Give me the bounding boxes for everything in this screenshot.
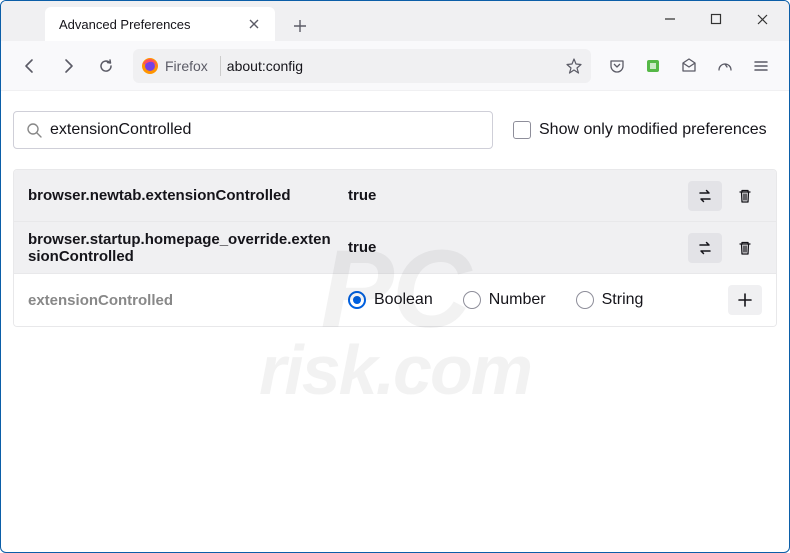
new-pref-name: extensionControlled <box>28 292 348 309</box>
pocket-icon[interactable] <box>601 50 633 82</box>
pref-name: browser.startup.homepage_override.extens… <box>28 231 348 265</box>
radio-label: Boolean <box>374 291 433 309</box>
search-value: extensionControlled <box>50 121 191 139</box>
radio-indicator <box>576 291 594 309</box>
radio-indicator <box>463 291 481 309</box>
tab-title: Advanced Preferences <box>59 17 191 32</box>
pref-row[interactable]: browser.startup.homepage_override.extens… <box>14 222 776 274</box>
checkbox-label: Show only modified preferences <box>539 121 767 139</box>
bookmark-star-icon[interactable] <box>565 57 583 75</box>
toggle-button[interactable] <box>688 233 722 263</box>
add-pref-button[interactable] <box>728 285 762 315</box>
reload-button[interactable] <box>89 49 123 83</box>
urlbar-separator <box>220 56 221 76</box>
pref-search-input[interactable]: extensionControlled <box>13 111 493 149</box>
type-radio-string[interactable]: String <box>576 291 644 309</box>
toggle-button[interactable] <box>688 181 722 211</box>
type-radio-boolean[interactable]: Boolean <box>348 291 433 309</box>
pref-table: browser.newtab.extensionControlled true … <box>13 169 777 327</box>
browser-tab[interactable]: Advanced Preferences <box>45 7 275 41</box>
checkbox-box <box>513 121 531 139</box>
firefox-logo-icon <box>141 57 159 75</box>
extension-icon[interactable] <box>637 50 669 82</box>
window-maximize-button[interactable] <box>693 1 739 37</box>
inbox-icon[interactable] <box>673 50 705 82</box>
url-bar[interactable]: Firefox about:config <box>133 49 591 83</box>
radio-label: Number <box>489 291 546 309</box>
window-minimize-button[interactable] <box>647 1 693 37</box>
search-icon <box>26 122 42 138</box>
urlbar-url: about:config <box>227 58 303 74</box>
window-close-button[interactable] <box>739 1 785 37</box>
dashboard-icon[interactable] <box>709 50 741 82</box>
back-button[interactable] <box>13 49 47 83</box>
radio-label: String <box>602 291 644 309</box>
new-tab-button[interactable] <box>285 11 315 41</box>
close-tab-icon[interactable] <box>247 17 261 31</box>
app-menu-button[interactable] <box>745 50 777 82</box>
pref-value: true <box>348 239 688 256</box>
about-config-content: extensionControlled Show only modified p… <box>1 91 789 347</box>
delete-button[interactable] <box>728 181 762 211</box>
tab-bar: Advanced Preferences <box>1 1 789 41</box>
type-radio-number[interactable]: Number <box>463 291 546 309</box>
pref-value: true <box>348 187 688 204</box>
pref-name: browser.newtab.extensionControlled <box>28 187 348 204</box>
delete-button[interactable] <box>728 233 762 263</box>
nav-toolbar: Firefox about:config <box>1 41 789 91</box>
urlbar-brand-label: Firefox <box>165 58 208 74</box>
new-pref-row: extensionControlled Boolean Number Strin… <box>14 274 776 326</box>
pref-row[interactable]: browser.newtab.extensionControlled true <box>14 170 776 222</box>
show-only-modified-checkbox[interactable]: Show only modified preferences <box>513 121 767 139</box>
radio-indicator <box>348 291 366 309</box>
forward-button[interactable] <box>51 49 85 83</box>
